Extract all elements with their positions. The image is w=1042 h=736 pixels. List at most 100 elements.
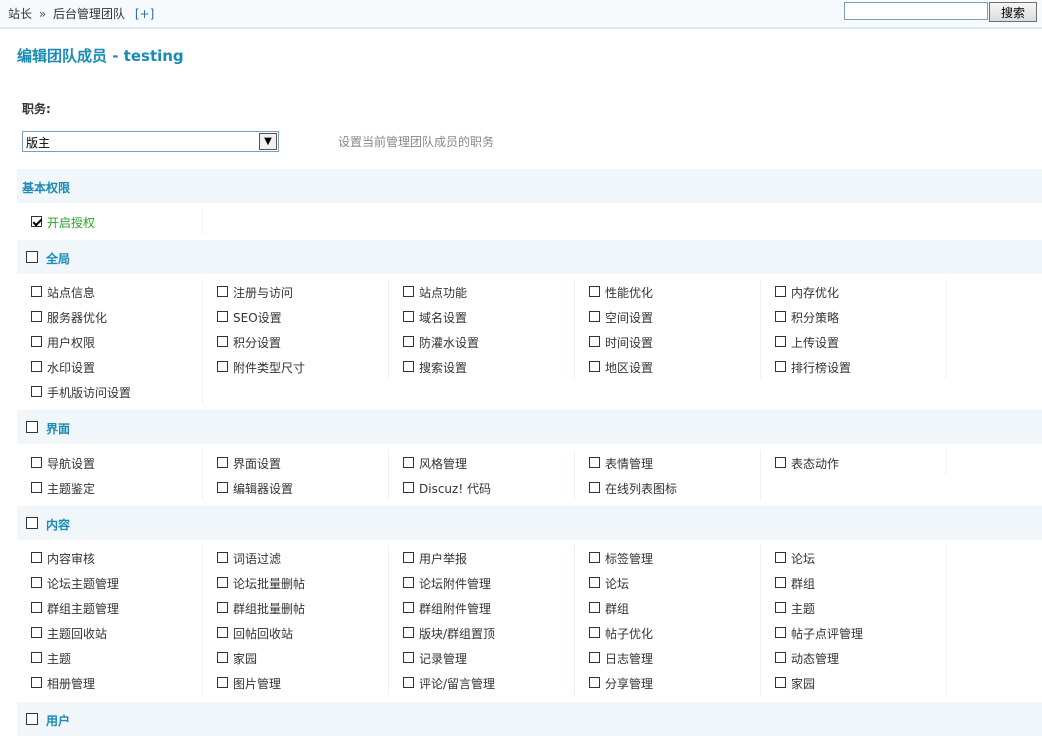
permission-checkbox[interactable] xyxy=(217,311,228,322)
permission-checkbox[interactable] xyxy=(589,361,600,372)
permission-checkbox[interactable] xyxy=(589,602,600,613)
permission-option[interactable]: 导航设置 xyxy=(17,450,203,475)
permission-checkbox[interactable] xyxy=(217,286,228,297)
permission-option[interactable]: 版块/群组置顶 xyxy=(389,620,575,645)
permission-option[interactable]: 内存优化 xyxy=(761,279,947,304)
permission-option[interactable]: 用户权限 xyxy=(17,329,203,354)
permission-checkbox[interactable] xyxy=(775,457,786,468)
permission-checkbox[interactable] xyxy=(589,552,600,563)
permission-option[interactable]: SEO设置 xyxy=(203,304,389,329)
permission-checkbox[interactable] xyxy=(403,311,414,322)
permission-checkbox[interactable] xyxy=(589,482,600,493)
permission-option[interactable]: 群组 xyxy=(761,570,947,595)
permission-option[interactable]: 群组主题管理 xyxy=(17,595,203,620)
permission-option[interactable]: 空间设置 xyxy=(575,304,761,329)
permission-checkbox[interactable] xyxy=(775,627,786,638)
permission-checkbox[interactable] xyxy=(589,457,600,468)
permission-checkbox[interactable] xyxy=(31,482,42,493)
permission-option[interactable]: 用户举报 xyxy=(389,545,575,570)
permission-checkbox[interactable] xyxy=(31,286,42,297)
permission-option[interactable]: 编辑器设置 xyxy=(203,475,389,500)
permission-option[interactable]: 水印设置 xyxy=(17,354,203,379)
permission-checkbox[interactable] xyxy=(31,552,42,563)
permission-option[interactable]: 注册与访问 xyxy=(203,279,389,304)
permission-option[interactable]: 论坛附件管理 xyxy=(389,570,575,595)
permission-option[interactable]: 手机版访问设置 xyxy=(17,379,203,404)
permission-checkbox[interactable] xyxy=(775,577,786,588)
permission-checkbox[interactable] xyxy=(775,336,786,347)
permission-checkbox[interactable] xyxy=(403,677,414,688)
permission-checkbox[interactable] xyxy=(31,457,42,468)
permission-option[interactable]: 分享管理 xyxy=(575,670,761,695)
permission-option[interactable]: 家园 xyxy=(761,670,947,695)
permission-checkbox[interactable] xyxy=(775,652,786,663)
permission-option[interactable]: 主题 xyxy=(17,645,203,670)
permission-option[interactable]: 防灌水设置 xyxy=(389,329,575,354)
permission-option[interactable]: 站点信息 xyxy=(17,279,203,304)
chevron-down-icon[interactable]: ▼ xyxy=(259,133,277,150)
permission-option[interactable]: 评论/留言管理 xyxy=(389,670,575,695)
permission-checkbox[interactable] xyxy=(31,336,42,347)
permission-checkbox[interactable] xyxy=(403,482,414,493)
section-content-checkbox[interactable] xyxy=(26,517,38,529)
permission-checkbox[interactable] xyxy=(217,602,228,613)
permission-checkbox[interactable] xyxy=(775,311,786,322)
permission-checkbox[interactable] xyxy=(403,286,414,297)
permission-checkbox[interactable] xyxy=(403,602,414,613)
breadcrumb-root[interactable]: 站长 xyxy=(8,7,32,21)
permission-option[interactable]: 积分设置 xyxy=(203,329,389,354)
permission-option[interactable]: 论坛 xyxy=(761,545,947,570)
permission-checkbox[interactable] xyxy=(589,577,600,588)
permission-option[interactable]: 积分策略 xyxy=(761,304,947,329)
add-favorite-link[interactable]: [+] xyxy=(135,7,154,21)
permission-option[interactable]: 在线列表图标 xyxy=(575,475,761,500)
permission-option[interactable]: 主题鉴定 xyxy=(17,475,203,500)
enable-auth-option[interactable]: 开启授权 xyxy=(17,209,203,234)
permission-option[interactable]: 内容审核 xyxy=(17,545,203,570)
permission-option[interactable]: 表情管理 xyxy=(575,450,761,475)
permission-option[interactable]: 搜索设置 xyxy=(389,354,575,379)
permission-checkbox[interactable] xyxy=(403,627,414,638)
permission-option[interactable]: 站点功能 xyxy=(389,279,575,304)
permission-checkbox[interactable] xyxy=(403,457,414,468)
permission-option[interactable]: 帖子点评管理 xyxy=(761,620,947,645)
permission-option[interactable]: 地区设置 xyxy=(575,354,761,379)
permission-checkbox[interactable] xyxy=(31,386,42,397)
permission-checkbox[interactable] xyxy=(403,336,414,347)
permission-option[interactable]: 记录管理 xyxy=(389,645,575,670)
permission-option[interactable]: 主题 xyxy=(761,595,947,620)
permission-option[interactable]: 动态管理 xyxy=(761,645,947,670)
permission-checkbox[interactable] xyxy=(31,602,42,613)
permission-option[interactable]: Discuz! 代码 xyxy=(389,475,575,500)
permission-option[interactable]: 图片管理 xyxy=(203,670,389,695)
permission-checkbox[interactable] xyxy=(31,577,42,588)
section-global-checkbox[interactable] xyxy=(26,251,38,263)
permission-checkbox[interactable] xyxy=(589,286,600,297)
permission-checkbox[interactable] xyxy=(589,677,600,688)
permission-checkbox[interactable] xyxy=(403,577,414,588)
permission-option[interactable]: 上传设置 xyxy=(761,329,947,354)
permission-checkbox[interactable] xyxy=(217,336,228,347)
permission-checkbox[interactable] xyxy=(217,552,228,563)
permission-checkbox[interactable] xyxy=(589,652,600,663)
permission-checkbox[interactable] xyxy=(775,602,786,613)
permission-option[interactable]: 家园 xyxy=(203,645,389,670)
permission-checkbox[interactable] xyxy=(775,286,786,297)
permission-checkbox[interactable] xyxy=(31,677,42,688)
permission-option[interactable]: 回帖回收站 xyxy=(203,620,389,645)
permission-option[interactable]: 群组 xyxy=(575,595,761,620)
permission-checkbox[interactable] xyxy=(775,677,786,688)
permission-option[interactable]: 附件类型尺寸 xyxy=(203,354,389,379)
permission-checkbox[interactable] xyxy=(217,652,228,663)
permission-checkbox[interactable] xyxy=(217,482,228,493)
permission-option[interactable]: 域名设置 xyxy=(389,304,575,329)
permission-checkbox[interactable] xyxy=(589,627,600,638)
permission-option[interactable]: 性能优化 xyxy=(575,279,761,304)
permission-checkbox[interactable] xyxy=(31,652,42,663)
permission-option[interactable]: 界面设置 xyxy=(203,450,389,475)
permission-checkbox[interactable] xyxy=(589,311,600,322)
permission-checkbox[interactable] xyxy=(403,652,414,663)
permission-option[interactable]: 相册管理 xyxy=(17,670,203,695)
search-button[interactable]: 搜索 xyxy=(989,2,1037,22)
permission-option[interactable]: 论坛主题管理 xyxy=(17,570,203,595)
